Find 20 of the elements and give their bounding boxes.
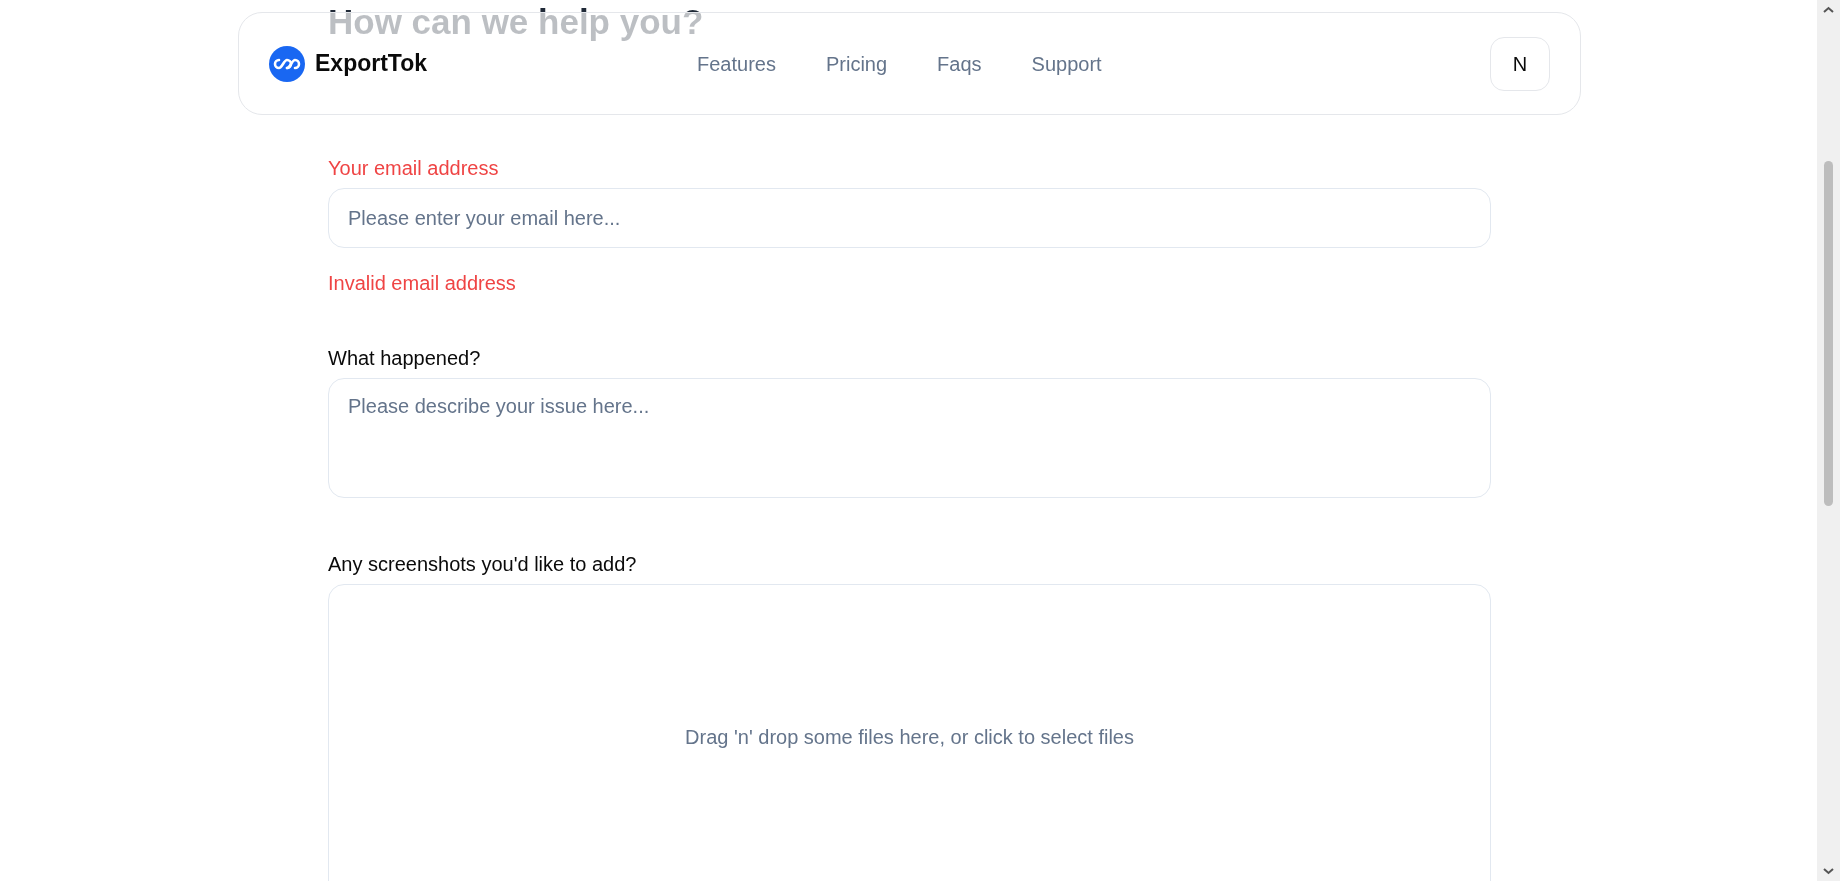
- email-field[interactable]: Please enter your email here...: [328, 188, 1491, 248]
- nav-link[interactable]: Pricing: [825, 48, 888, 79]
- page-heading: How can we help you?: [328, 2, 705, 42]
- scrollbar[interactable]: [1817, 0, 1840, 881]
- nav-link[interactable]: Support: [1031, 48, 1102, 79]
- file-dropzone[interactable]: Drag 'n' drop some files here, or click to select files: [328, 584, 1491, 881]
- dropzone-prompt: Drag 'n' drop some files here, or click to select files: [685, 725, 1134, 750]
- logo-icon: [269, 45, 305, 82]
- error-message: Invalid email address: [328, 271, 517, 296]
- nav-link[interactable]: Features: [697, 48, 776, 79]
- field-label: What happened?: [328, 346, 482, 370]
- scroll-up-icon[interactable]: [1823, 6, 1834, 14]
- issue-textarea[interactable]: Please describe your issue here...: [328, 378, 1491, 498]
- nav-link[interactable]: Faqs: [937, 48, 982, 79]
- field-label: Any screenshots you'd like to add?: [328, 552, 638, 576]
- scroll-down-icon[interactable]: [1823, 867, 1834, 875]
- avatar-button[interactable]: N: [1490, 36, 1550, 91]
- brand-name: ExportTok: [315, 49, 428, 79]
- scrollbar-thumb[interactable]: [1824, 161, 1833, 506]
- field-label: Your email address: [328, 156, 500, 180]
